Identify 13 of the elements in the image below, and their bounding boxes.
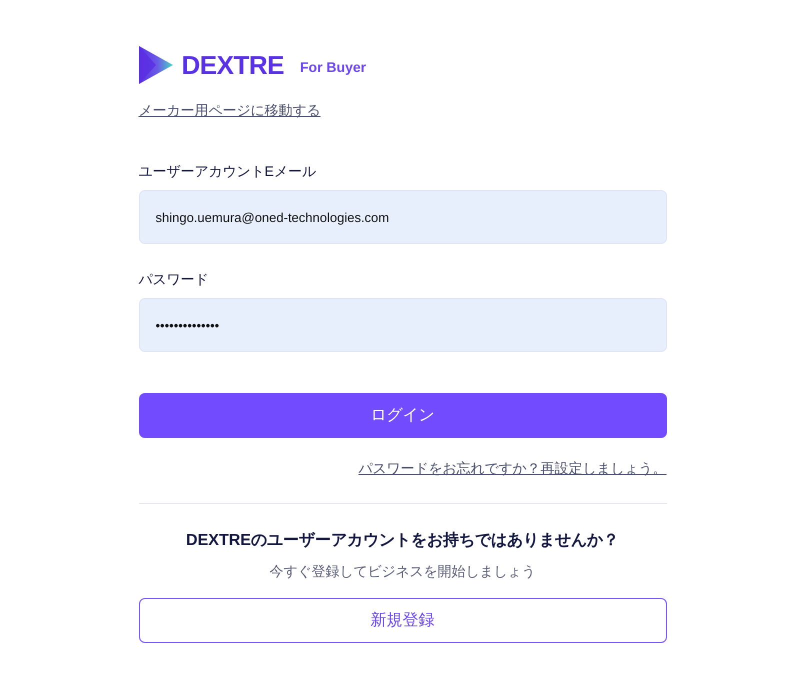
brand-tagline: For Buyer	[300, 58, 366, 77]
logo-icon	[138, 46, 172, 84]
signup-heading: DEXTREのユーザーアカウントをお持ちではありませんか？	[186, 530, 619, 551]
brand-wordmark: DEXTRE	[182, 50, 284, 80]
field-label: パスワード	[138, 270, 208, 289]
password-field[interactable]: ••••••••••••••	[138, 298, 666, 352]
signup-button[interactable]: 新規登録	[138, 598, 666, 643]
signup-subtext: 今すぐ登録してビジネスを開始しましょう	[270, 562, 536, 581]
field-label: ユーザーアカウントEメール	[138, 162, 316, 181]
login-button[interactable]: ログイン	[138, 393, 666, 438]
email-field[interactable]: shingo.uemura@oned-technologies.com	[138, 190, 666, 244]
maker-page-link[interactable]: メーカー用ページに移動する	[138, 100, 320, 120]
forgot-password-link[interactable]: パスワードをお忘れですか？再設定しましょう。	[358, 458, 666, 478]
